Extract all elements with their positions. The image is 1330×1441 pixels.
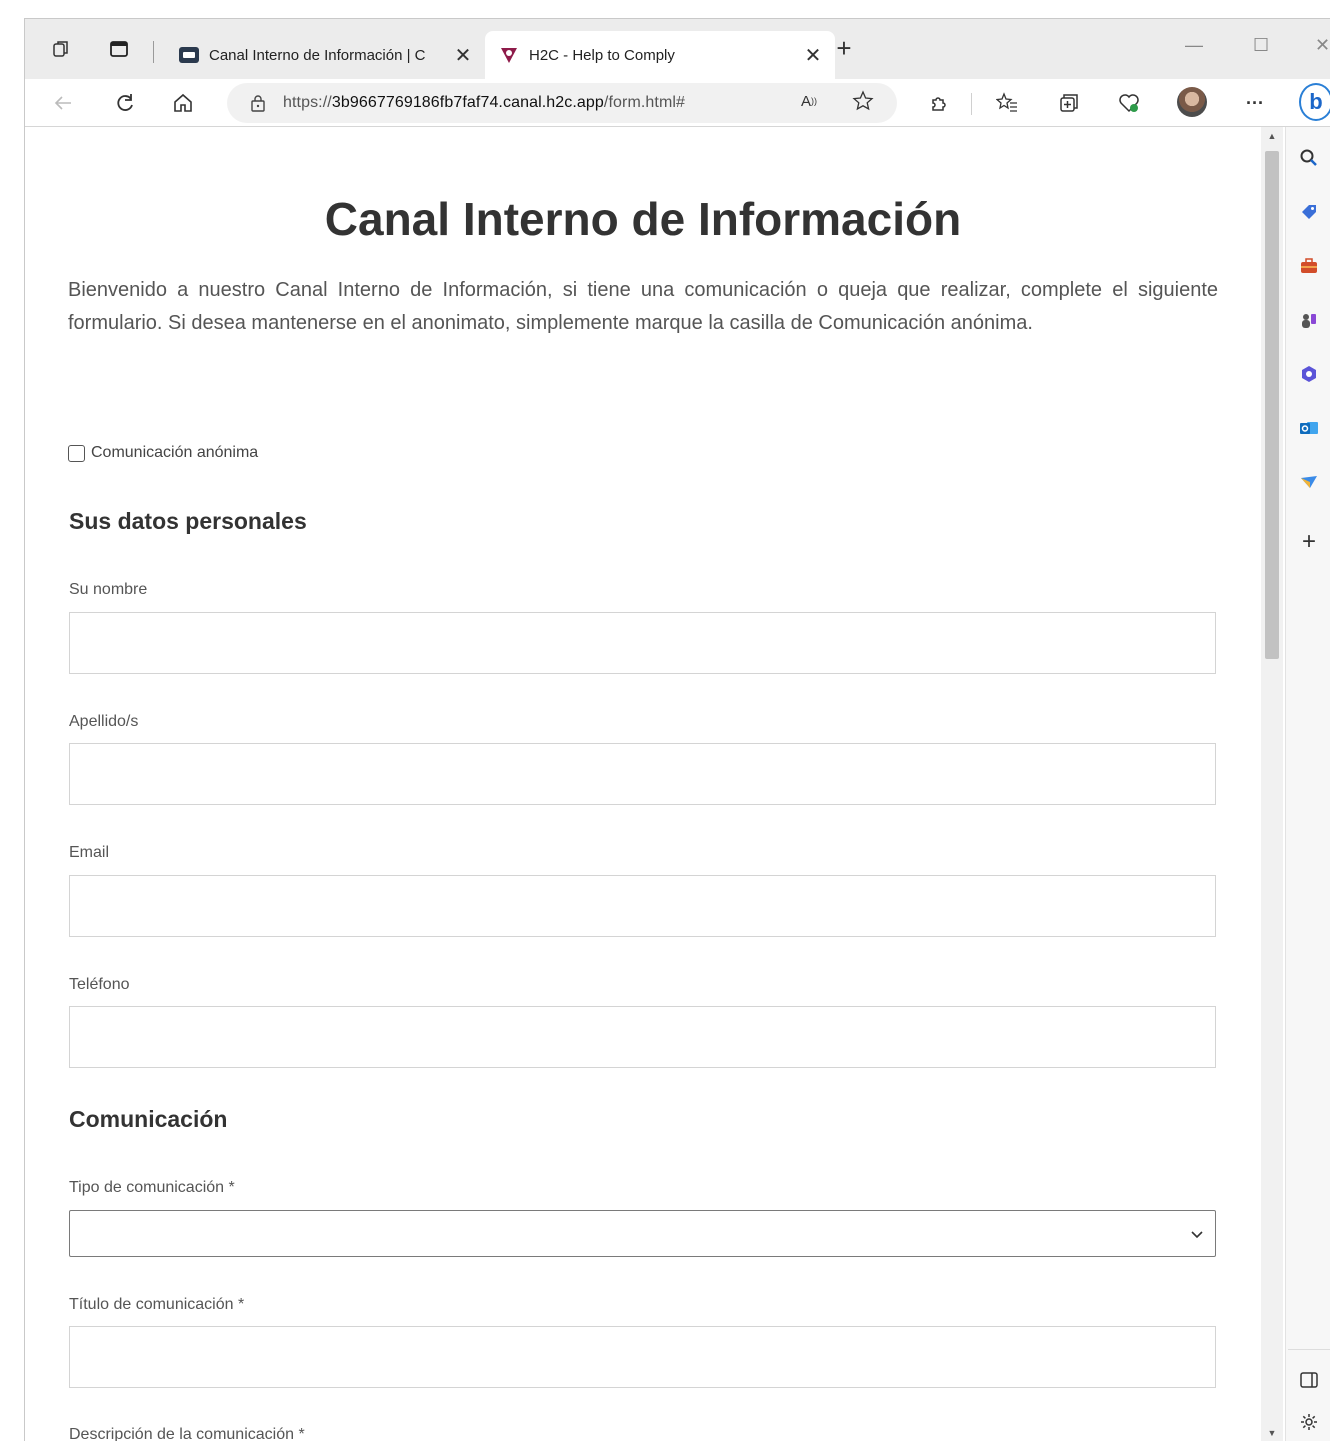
canal-favicon-icon [179,45,199,65]
scroll-up-icon[interactable]: ▲ [1267,131,1277,141]
microsoft-365-icon[interactable] [1294,359,1324,389]
edge-sidebar: + [1285,127,1330,1441]
back-icon[interactable] [49,89,77,117]
minimize-icon[interactable]: — [1185,35,1203,56]
shopping-tag-icon[interactable] [1294,197,1324,227]
email-field[interactable] [69,875,1216,937]
site-info-icon[interactable] [249,94,267,112]
h2c-favicon-icon [499,45,519,65]
games-icon[interactable] [1294,305,1324,335]
browser-toolbar: https://3b9667769186fb7faf74.canal.h2c.a… [25,79,1330,127]
phone-field[interactable] [69,1006,1216,1068]
favorites-icon[interactable] [993,89,1021,117]
sidebar-divider [1288,1349,1330,1350]
communication-type-label: Tipo de comunicación * [69,1179,235,1196]
tab-separator [153,41,154,63]
page-title: Canal Interno de Información [324,193,962,245]
intro-paragraph: Bienvenido a nuestro Canal Interno de In… [68,279,1218,334]
bing-copilot-icon[interactable]: b [1299,83,1330,121]
last-name-label: Apellido/s [69,713,139,730]
first-name-field[interactable] [69,612,1216,674]
last-name-field[interactable] [69,743,1216,805]
close-tab-icon[interactable]: ✕ [799,41,827,69]
first-name-label: Su nombre [69,581,148,598]
browser-window: Canal Interno de Información | C ✕ H2C -… [24,18,1330,1441]
tools-briefcase-icon[interactable] [1294,251,1324,281]
communication-title-label: Título de comunicación * [69,1296,245,1313]
communication-heading: Comunicación [69,1106,228,1132]
hide-sidebar-icon[interactable] [1294,1365,1324,1395]
read-aloud-icon[interactable]: A)) [797,89,821,113]
scroll-thumb[interactable] [1265,151,1279,659]
tab-h2c[interactable]: H2C - Help to Comply ✕ [485,31,835,79]
drop-send-icon[interactable] [1294,467,1324,497]
page-scrollbar[interactable]: ▲ ▼ [1261,127,1283,1441]
outlook-icon[interactable] [1294,413,1324,443]
communication-type-select[interactable] [69,1210,1216,1257]
page-content: Canal Interno de Información Bienvenido … [25,128,1261,1441]
sidebar-settings-gear-icon[interactable] [1294,1407,1324,1437]
close-window-icon[interactable]: ✕ [1315,35,1330,56]
home-icon[interactable] [169,89,197,117]
collections-icon[interactable] [1055,89,1083,117]
tab-title: Canal Interno de Información | C [209,46,426,64]
maximize-icon[interactable]: ☐ [1253,35,1269,56]
close-tab-icon[interactable]: ✕ [449,41,477,69]
new-tab-icon[interactable]: + [831,35,857,63]
personal-data-heading: Sus datos personales [69,508,307,534]
anonymous-checkbox[interactable] [68,444,85,462]
chevron-down-icon [1189,1226,1205,1242]
profile-avatar[interactable] [1177,87,1207,117]
browser-essentials-icon[interactable] [1115,89,1143,117]
tab-title: H2C - Help to Comply [529,46,675,64]
extensions-icon[interactable] [925,89,953,117]
url-text: https://3b9667769186fb7faf74.canal.h2c.a… [283,94,686,111]
communication-title-field[interactable] [69,1326,1216,1388]
anonymous-checkbox-label: Comunicación anónima [91,444,259,461]
more-options-icon[interactable]: ··· [1241,89,1269,117]
workspaces-icon[interactable] [49,37,73,61]
scroll-down-icon[interactable]: ▼ [1267,1428,1277,1438]
tab-actions-icon[interactable] [107,37,131,61]
refresh-icon[interactable] [111,89,139,117]
tab-canal-interno[interactable]: Canal Interno de Información | C ✕ [165,31,485,79]
toolbar-separator [971,93,972,115]
email-label: Email [69,844,110,861]
favorite-star-icon[interactable] [851,89,875,113]
communication-description-label: Descripción de la comunicación * [69,1426,305,1441]
search-icon[interactable] [1294,143,1324,173]
phone-label: Teléfono [69,976,130,993]
anonymous-checkbox-row[interactable]: Comunicación anónima [68,444,258,462]
tab-bar: Canal Interno de Información | C ✕ H2C -… [25,19,1330,79]
add-sidebar-app-icon[interactable]: + [1294,527,1324,557]
